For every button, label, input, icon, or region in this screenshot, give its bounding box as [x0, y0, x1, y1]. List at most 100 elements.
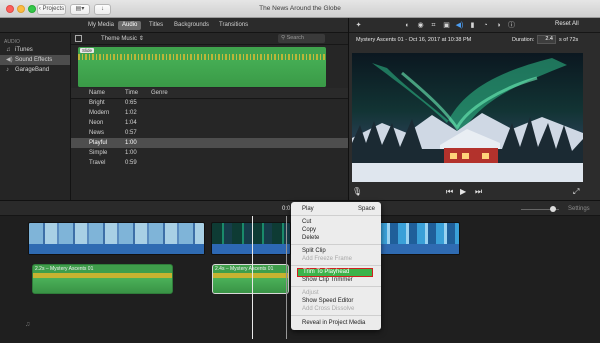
- menu-item-play[interactable]: Play Space: [291, 205, 381, 213]
- menu-item-label: Play: [302, 206, 314, 212]
- menu-separator: [291, 265, 381, 266]
- sound-name: Bright: [89, 100, 105, 107]
- menu-item-cut[interactable]: Cut: [291, 218, 381, 226]
- column-header-genre[interactable]: Genre: [147, 88, 348, 99]
- tab-titles[interactable]: Titles: [145, 21, 167, 30]
- sound-name: Playful: [85, 138, 121, 148]
- zoom-slider-knob[interactable]: [550, 206, 556, 212]
- audio-clip-selected[interactable]: 2.4s – Mystery Ascents 01: [212, 264, 289, 294]
- previous-icon[interactable]: ⏮: [446, 187, 453, 196]
- tab-my-media[interactable]: My Media: [84, 21, 118, 30]
- browser-tabbar: My Media Audio Titles Backgrounds Transi…: [0, 18, 348, 33]
- settings-button[interactable]: Settings: [568, 206, 590, 212]
- window-title: The News Around the Globe: [259, 5, 341, 12]
- sidebar-item-label: Sound Effects: [15, 57, 53, 63]
- sound-time: 1:00: [125, 150, 137, 156]
- list-item-selected[interactable]: Playful 1:00: [71, 138, 348, 148]
- sound-genre: [147, 138, 348, 148]
- list-item[interactable]: News 0:57: [71, 128, 348, 138]
- list-item[interactable]: Neon 1:04: [71, 118, 348, 128]
- audio-clip-waveform: [213, 278, 288, 293]
- sound-name: News: [89, 130, 105, 136]
- volume-icon[interactable]: ◀): [455, 21, 464, 30]
- menu-item-reveal-in-project-media[interactable]: Reveal in Project Media: [291, 319, 381, 327]
- updown-chevron-icon: ⇕: [138, 36, 144, 42]
- menu-item-delete[interactable]: Delete: [291, 234, 381, 242]
- video-clip-aurora[interactable]: [211, 222, 291, 255]
- menu-item-split-clip[interactable]: Split Clip: [291, 247, 381, 255]
- info-icon[interactable]: ⓘ: [507, 21, 516, 30]
- sidebar-item-itunes[interactable]: ♫ iTunes: [0, 45, 70, 55]
- sound-genre: [147, 158, 348, 168]
- tab-backgrounds[interactable]: Backgrounds: [170, 21, 213, 30]
- sidebar-item-sound-effects[interactable]: ◀) Sound Effects: [0, 55, 70, 65]
- duration-field[interactable]: 2.4: [537, 35, 556, 44]
- clip-info-bar: Mystery Ascents 01 - Oct 16, 2017 at 10:…: [349, 33, 600, 47]
- sidebar-item-garageband[interactable]: ♪ GarageBand: [0, 65, 70, 75]
- color-correction-icon[interactable]: ◉: [416, 21, 425, 30]
- window-titlebar: ‹ Projects ▤▾ ↓ The News Around the Glob…: [0, 0, 600, 18]
- menu-item-add-freeze-frame: Add Freeze Frame: [302, 256, 353, 262]
- tab-audio[interactable]: Audio: [118, 21, 142, 30]
- stabilization-icon[interactable]: ▣: [442, 21, 451, 30]
- theme-music-label: Theme Music: [101, 36, 138, 42]
- search-input[interactable]: ⚲ Search: [278, 34, 325, 43]
- adjustments-bar: ✦ ◐ ◉ ⌗ ▣ ◀) ▮ ◔ ◑ ⓘ Reset All: [349, 18, 600, 33]
- filter-icon[interactable]: ◑: [494, 21, 503, 30]
- video-preview[interactable]: [352, 53, 583, 182]
- theme-music-select[interactable]: Theme Music ⇕: [101, 35, 144, 42]
- playhead[interactable]: [252, 216, 253, 339]
- sound-genre: [147, 108, 348, 118]
- tab-transitions[interactable]: Transitions: [215, 21, 252, 30]
- fullscreen-icon[interactable]: ⤢: [573, 187, 579, 196]
- audio-clip-label: 2.4s – Mystery Ascents 01: [215, 266, 274, 272]
- search-icon: ⚲: [281, 35, 286, 41]
- next-icon[interactable]: ⏭: [475, 187, 482, 196]
- waveform-label: Slide: [80, 48, 95, 53]
- menu-item-show-clip-trimmer[interactable]: Show Clip Trimmer: [291, 276, 381, 284]
- magic-wand-icon[interactable]: ✦: [354, 21, 363, 30]
- list-item[interactable]: Simple 1:00: [71, 148, 348, 158]
- viewer-controls: 🎙 ⏮ ▶ ⏭ ⤢: [349, 184, 600, 200]
- sidebar-toggle-icon[interactable]: [75, 35, 82, 42]
- library-sidebar: AUDIO ♫ iTunes ◀) Sound Effects ♪ GarageBan…: [0, 33, 71, 200]
- video-clip-lake[interactable]: [378, 222, 460, 255]
- audio-clip-waveform: [33, 278, 172, 293]
- list-item[interactable]: Modern 1:02: [71, 108, 348, 118]
- reset-all-button[interactable]: Reset All: [555, 21, 579, 27]
- clip-info-text: Mystery Ascents 01 - Oct 16, 2017 at 10:…: [356, 37, 472, 43]
- sound-time: 1:00: [121, 138, 147, 148]
- audio-waveform-preview[interactable]: Slide: [78, 47, 326, 87]
- house-window: [482, 153, 489, 159]
- audio-clip-label: 2.2s – Mystery Ascents 01: [35, 266, 94, 272]
- speed-icon[interactable]: ◔: [481, 21, 490, 30]
- list-item[interactable]: Bright 0:65: [71, 98, 348, 108]
- equalizer-icon[interactable]: ▮: [468, 21, 477, 30]
- play-button[interactable]: ▶: [460, 187, 466, 196]
- audio-clip[interactable]: 2.2s – Mystery Ascents 01: [32, 264, 173, 294]
- music-note-icon: ♫: [25, 321, 31, 328]
- sound-genre: [147, 98, 348, 108]
- duration-label: Duration:: [512, 37, 535, 43]
- sound-name: Neon: [89, 120, 104, 126]
- sound-time: 0:59: [125, 160, 137, 166]
- menu-item-copy[interactable]: Copy: [291, 226, 381, 234]
- sound-name: Modern: [89, 110, 110, 116]
- column-header-name[interactable]: Name: [85, 88, 121, 99]
- search-placeholder: Search: [286, 35, 304, 41]
- menu-item-show-speed-editor[interactable]: Show Speed Editor: [291, 297, 381, 305]
- microphone-icon[interactable]: 🎙: [352, 187, 362, 196]
- crop-icon[interactable]: ⌗: [429, 21, 438, 30]
- menu-separator: [291, 244, 381, 245]
- column-header-time[interactable]: Time: [121, 88, 147, 99]
- menu-separator: [291, 215, 381, 216]
- viewer-pane: ✦ ◐ ◉ ⌗ ▣ ◀) ▮ ◔ ◑ ⓘ Reset All Mystery A…: [348, 18, 600, 200]
- menu-item-add-cross-dissolve: Add Cross Dissolve: [302, 306, 355, 312]
- context-menu: Play Space Cut Copy Delete Split Clip Add…: [291, 202, 381, 330]
- house-window: [450, 153, 457, 159]
- duration-total: s of 72s: [559, 37, 579, 43]
- video-clip-beach[interactable]: [28, 222, 205, 255]
- list-item[interactable]: Travel 0:59: [71, 158, 348, 168]
- menu-item-trim-to-playhead[interactable]: Trim To Playhead: [297, 268, 373, 277]
- color-balance-icon[interactable]: ◐: [403, 21, 412, 30]
